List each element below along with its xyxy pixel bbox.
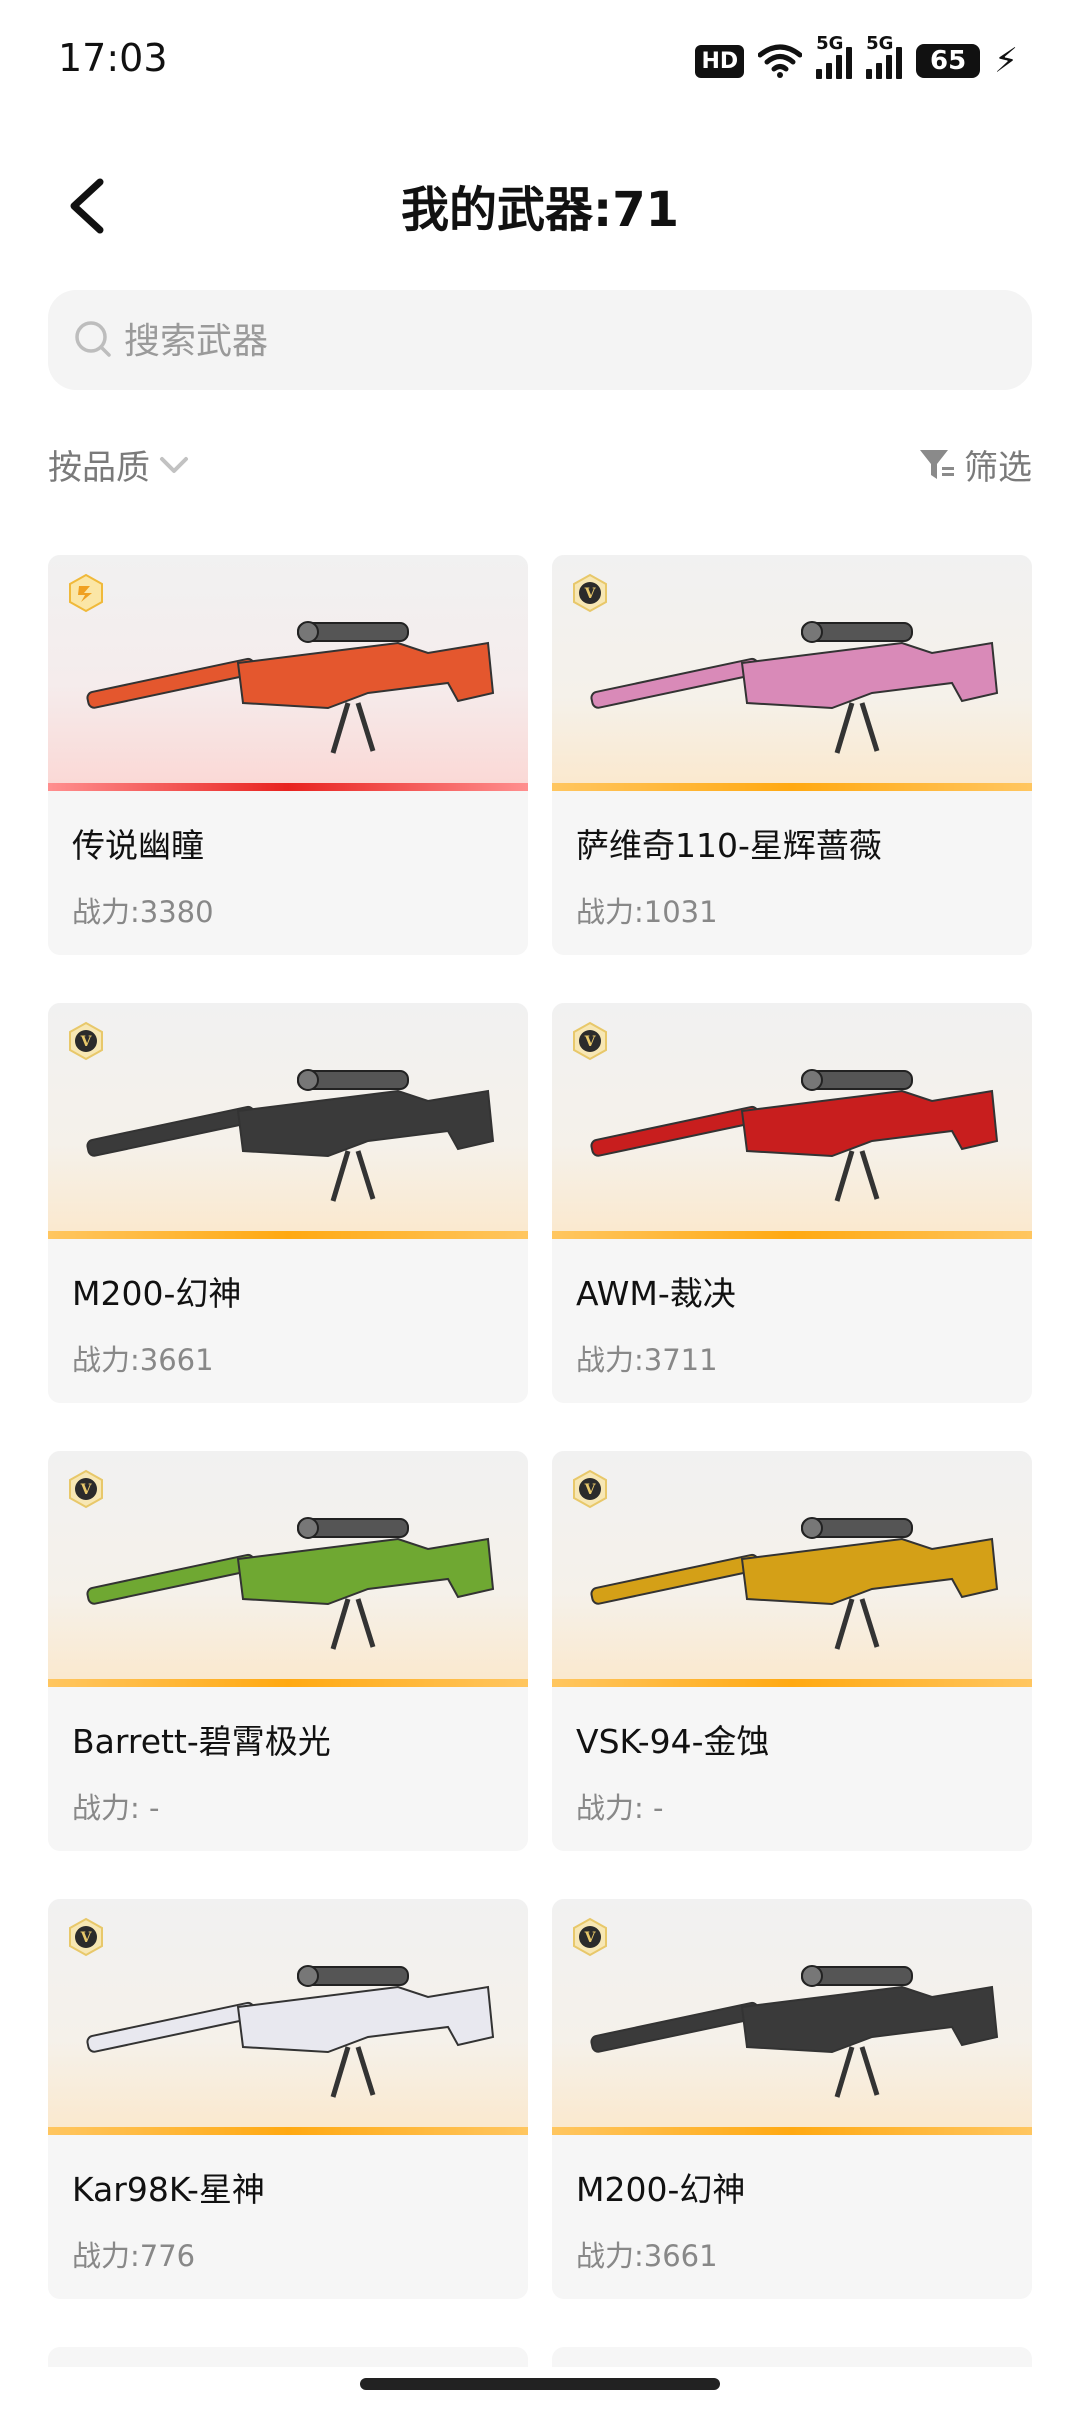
filter-button[interactable]: 筛选	[918, 440, 1032, 489]
quality-strip	[48, 783, 528, 791]
signal-icon-1: 5G	[816, 33, 853, 79]
svg-text:V: V	[584, 586, 597, 602]
quality-strip	[552, 2127, 1032, 2135]
weapon-rifle-image	[572, 1479, 1012, 1669]
weapon-power: 战力: -	[576, 1791, 664, 1825]
v-quality-icon: V	[570, 1917, 610, 1957]
weapon-name: 萨维奇110-星辉蔷薇	[576, 826, 882, 865]
svg-text:V: V	[80, 1930, 93, 1946]
weapon-rifle-image	[572, 1031, 1012, 1221]
svg-text:V: V	[584, 1034, 597, 1050]
sort-label: 按品质	[48, 448, 150, 488]
quality-strip	[48, 1679, 528, 1687]
weapon-rifle-image	[572, 1927, 1012, 2117]
weapon-card[interactable]: V 萨维奇110-星辉蔷薇战力:1031	[552, 555, 1032, 955]
weapon-power: 战力:3380	[72, 895, 214, 929]
hd-icon: HD	[695, 44, 745, 78]
svg-text:V: V	[80, 1034, 93, 1050]
quality-strip	[48, 2127, 528, 2135]
weapon-card-partial[interactable]	[552, 2347, 1032, 2367]
v-quality-icon: V	[570, 1469, 610, 1509]
chevron-down-icon	[160, 456, 188, 473]
weapon-name: Barrett-碧霄极光	[72, 1722, 331, 1761]
weapon-power: 战力: -	[72, 1791, 160, 1825]
search-bar[interactable]	[48, 290, 1032, 390]
weapon-name: Kar98K-星神	[72, 2170, 265, 2209]
weapon-card[interactable]: V AWM-裁决战力:3711	[552, 1003, 1032, 1403]
home-indicator[interactable]	[360, 2378, 720, 2390]
weapon-rifle-image	[68, 1031, 508, 1221]
filter-label: 筛选	[964, 448, 1032, 488]
wifi-icon	[758, 44, 803, 78]
weapon-card-partial[interactable]	[48, 2347, 528, 2367]
search-icon	[75, 321, 111, 357]
weapon-rifle-image	[68, 1479, 508, 1669]
weapon-card[interactable]: V M200-幻神战力:3661	[48, 1003, 528, 1403]
svg-text:V: V	[584, 1482, 597, 1498]
svg-text:V: V	[80, 1482, 93, 1498]
weapon-name: M200-幻神	[576, 2170, 746, 2209]
status-time: 17:03	[58, 36, 168, 80]
quality-strip	[552, 1231, 1032, 1239]
v-quality-icon: V	[66, 1469, 106, 1509]
filter-icon	[920, 449, 954, 479]
v-quality-icon: V	[570, 573, 610, 613]
weapon-name: M200-幻神	[72, 1274, 242, 1313]
quality-strip	[552, 1679, 1032, 1687]
status-bar: 17:03 HD 5G 5G 65 ⚡	[0, 0, 1080, 120]
weapon-rifle-image	[68, 1927, 508, 2117]
weapon-name: VSK-94-金蚀	[576, 1722, 770, 1761]
weapon-card[interactable]: 传说幽瞳战力:3380	[48, 555, 528, 955]
search-input[interactable]	[122, 310, 1006, 372]
v-quality-icon: V	[570, 1021, 610, 1061]
weapon-card[interactable]: V Kar98K-星神战力:776	[48, 1899, 528, 2299]
page-title: 我的武器:71	[401, 182, 679, 238]
weapon-power: 战力:3661	[72, 1343, 214, 1377]
signal-icon-2: 5G	[866, 33, 903, 79]
weapon-card[interactable]: V M200-幻神战力:3661	[552, 1899, 1032, 2299]
weapon-name: 传说幽瞳	[72, 826, 204, 865]
weapon-power: 战力:3661	[576, 2239, 718, 2273]
weapon-name: AWM-裁决	[576, 1274, 736, 1313]
v-quality-icon: V	[66, 1021, 106, 1061]
weapon-grid: 传说幽瞳 战力:3380 V 萨维奇110-星辉蔷薇 战力:1031 V M200-幻神 战力…	[48, 555, 1032, 2367]
quality-strip	[48, 1231, 528, 1239]
weapon-power: 战力:3711	[576, 1343, 718, 1377]
quality-strip	[552, 783, 1032, 791]
battery-icon: 65	[916, 44, 981, 78]
legend-quality-icon	[66, 573, 106, 613]
weapon-rifle-image	[572, 583, 1012, 773]
v-quality-icon: V	[66, 1917, 106, 1957]
sort-dropdown[interactable]: 按品质	[48, 440, 192, 489]
weapon-power: 战力:1031	[576, 895, 718, 929]
weapon-rifle-image	[68, 583, 508, 773]
svg-text:V: V	[584, 1930, 597, 1946]
status-icons: HD 5G 5G 65 ⚡	[695, 33, 1018, 84]
charging-icon: ⚡	[994, 41, 1018, 81]
weapon-card[interactable]: V VSK-94-金蚀战力: -	[552, 1451, 1032, 1851]
weapon-power: 战力:776	[72, 2239, 196, 2273]
weapon-card[interactable]: V Barrett-碧霄极光战力: -	[48, 1451, 528, 1851]
